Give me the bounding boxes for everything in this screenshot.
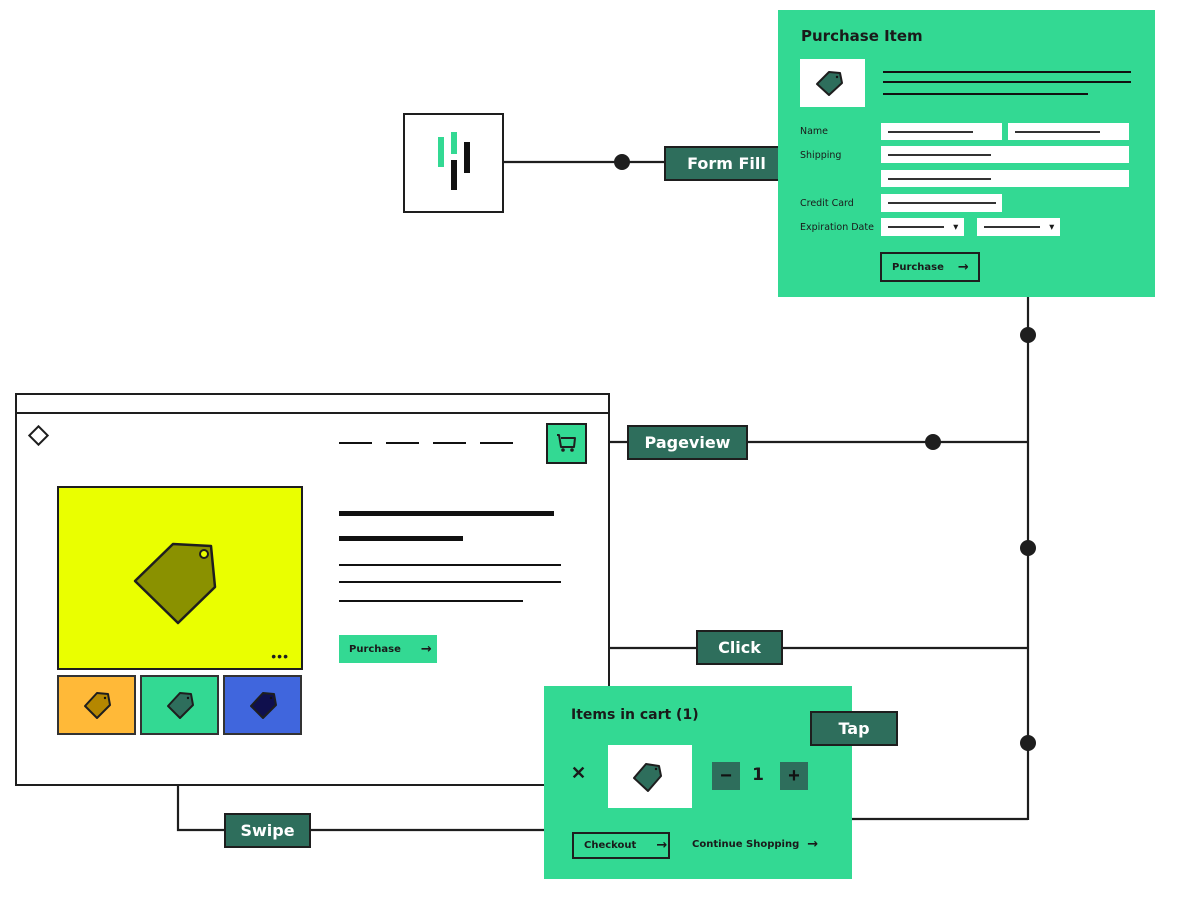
event-label-pageview: Pageview	[627, 425, 748, 460]
increase-quantity-button[interactable]: +	[780, 762, 808, 790]
price-tag-icon	[633, 763, 662, 792]
product-description-line	[339, 600, 523, 602]
cart-item-image	[608, 745, 692, 808]
shipping-address-line1-field[interactable]	[881, 146, 1129, 163]
product-image	[800, 59, 865, 107]
continue-shopping-link[interactable]: Continue Shopping →	[692, 837, 818, 852]
node-dot	[1020, 540, 1036, 556]
first-name-field[interactable]	[881, 123, 1002, 140]
chevron-down-icon: ▾	[953, 221, 958, 232]
product-hero-image[interactable]: •••	[57, 486, 303, 670]
arrow-right-icon: →	[656, 838, 668, 853]
checkout-button-label: Checkout	[584, 840, 637, 851]
quantity-value: 1	[752, 765, 764, 785]
node-dot	[614, 154, 630, 170]
last-name-field[interactable]	[1008, 123, 1129, 140]
event-label-click: Click	[696, 630, 783, 665]
nav-link[interactable]	[433, 442, 466, 444]
price-tag-icon	[84, 692, 111, 719]
event-label-swipe: Swipe	[224, 813, 311, 848]
nav-link[interactable]	[480, 442, 513, 444]
browser-titlebar	[17, 395, 608, 414]
cart-panel: Items in cart (1) ✕ − 1 + Checkout → Con…	[544, 686, 852, 879]
more-icon[interactable]: •••	[271, 648, 289, 664]
decrease-quantity-button[interactable]: −	[712, 762, 740, 790]
expiration-date-label: Expiration Date	[800, 222, 874, 233]
description-line	[883, 81, 1131, 83]
event-label-tap: Tap	[810, 711, 898, 746]
shopping-cart-icon	[557, 434, 576, 452]
price-tag-icon	[133, 542, 217, 625]
arrow-right-icon: →	[957, 259, 969, 275]
purchase-form-panel: Purchase Item Name Shipping Credit Card …	[778, 10, 1155, 297]
expiration-year-select[interactable]: ▾	[977, 218, 1060, 236]
thumbnail-green-variant[interactable]	[140, 675, 219, 735]
cart-title: Items in cart (1)	[571, 707, 699, 723]
remove-item-icon[interactable]: ✕	[571, 763, 586, 784]
diamond-icon[interactable]	[27, 424, 50, 447]
checkout-button[interactable]: Checkout →	[572, 832, 670, 859]
node-dot	[1020, 735, 1036, 751]
description-line	[883, 71, 1131, 73]
cart-button[interactable]	[546, 423, 587, 464]
price-tag-icon	[816, 71, 843, 96]
product-description-line	[339, 564, 561, 566]
purchase-submit-button[interactable]: Purchase →	[880, 252, 980, 282]
thumbnail-orange-variant[interactable]	[57, 675, 136, 735]
arrow-right-icon: →	[807, 837, 819, 852]
product-title-line	[339, 536, 463, 541]
product-description-line	[339, 581, 561, 583]
node-dot	[925, 434, 941, 450]
chevron-down-icon: ▾	[1049, 221, 1054, 232]
credit-card-label: Credit Card	[800, 198, 854, 209]
node-dot	[1020, 327, 1036, 343]
continue-shopping-label: Continue Shopping	[692, 839, 800, 850]
app-logo-box	[403, 113, 504, 213]
expiration-month-select[interactable]: ▾	[881, 218, 964, 236]
heap-logo-icon	[405, 115, 502, 211]
product-title-line	[339, 511, 554, 516]
shipping-label: Shipping	[800, 150, 842, 161]
purchase-button-label: Purchase	[349, 643, 401, 655]
browser-window: ••• Purchase →	[15, 393, 610, 786]
event-label-form-fill: Form Fill	[664, 146, 789, 181]
purchase-form-title: Purchase Item	[801, 27, 923, 45]
purchase-button-label: Purchase	[892, 261, 944, 273]
thumbnail-blue-variant[interactable]	[223, 675, 302, 735]
nav-link[interactable]	[339, 442, 372, 444]
credit-card-field[interactable]	[881, 194, 1002, 212]
arrow-right-icon: →	[420, 641, 432, 657]
shipping-address-line2-field[interactable]	[881, 170, 1129, 187]
purchase-button[interactable]: Purchase →	[339, 635, 437, 663]
nav-link[interactable]	[386, 442, 419, 444]
price-tag-icon	[167, 692, 194, 719]
name-label: Name	[800, 126, 829, 137]
description-line	[883, 93, 1088, 95]
price-tag-icon	[250, 692, 277, 719]
